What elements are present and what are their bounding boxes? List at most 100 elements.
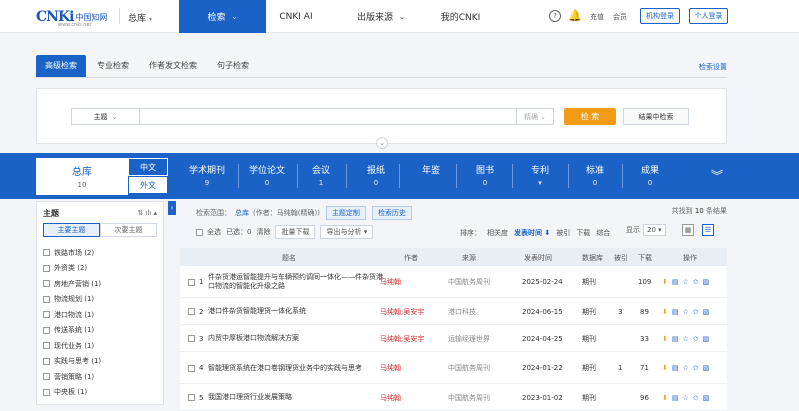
favorite-icon[interactable]: ☆ bbox=[683, 394, 689, 402]
checkbox[interactable] bbox=[43, 326, 50, 334]
facet-item[interactable]: 传送系统 (1) bbox=[43, 323, 161, 339]
sort-cited[interactable]: 被引 bbox=[556, 228, 570, 238]
star-icon[interactable]: ✩ bbox=[693, 364, 699, 372]
table-row[interactable]: 5 我国港口理货行业发展策略 马纯翰 中国航务周刊 2023-01-02 期刊 … bbox=[180, 384, 727, 411]
read-icon[interactable]: ▤ bbox=[672, 335, 679, 343]
facet-tab-main[interactable]: 主要主题 bbox=[43, 223, 100, 237]
lang-zh-button[interactable]: 中文 bbox=[128, 158, 168, 176]
tab-author[interactable]: 作者发文检索 bbox=[140, 55, 206, 77]
row-title[interactable]: 港口件杂货智能理货一体化系统 bbox=[208, 298, 388, 325]
row-cited[interactable]: 3 bbox=[618, 298, 622, 325]
favorite-icon[interactable]: ☆ bbox=[683, 278, 689, 286]
help-icon[interactable]: ? bbox=[549, 10, 561, 22]
search-in-results-button[interactable]: 结果中检索 bbox=[623, 108, 689, 125]
row-check[interactable]: 5 bbox=[188, 384, 203, 411]
row-check[interactable]: 1 bbox=[188, 266, 203, 298]
export-analyze-button[interactable]: 导出与分析 ▾ bbox=[320, 225, 374, 239]
checkbox[interactable] bbox=[188, 394, 195, 401]
db-patents[interactable]: 专利 ▾ bbox=[518, 158, 562, 195]
row-author[interactable]: 马纯翰 bbox=[380, 384, 401, 411]
cite-icon[interactable]: ▧ bbox=[703, 394, 710, 402]
db-newspapers[interactable]: 报纸 0 bbox=[354, 158, 398, 195]
sort-downloads[interactable]: 下载 bbox=[576, 228, 590, 238]
facet-item[interactable]: 外资类 (2) bbox=[43, 261, 161, 277]
row-check[interactable]: 2 bbox=[188, 298, 203, 325]
cite-icon[interactable]: ▧ bbox=[703, 308, 710, 316]
nav-tab-sources[interactable]: 出版来源 ⌄ bbox=[340, 0, 422, 33]
facet-tab-secondary[interactable]: 次要主题 bbox=[100, 223, 157, 237]
row-title[interactable]: 智能理货系统在港口卷钢理货业务中的实践与思考 bbox=[208, 352, 378, 384]
db-achievements[interactable]: 成果 0 bbox=[628, 158, 672, 195]
scope-db[interactable]: 总库 bbox=[235, 208, 249, 218]
facet-item[interactable]: 营销策略 (1) bbox=[43, 369, 161, 385]
row-source[interactable]: 中国航务周刊 bbox=[448, 266, 490, 298]
col-date[interactable]: 发表时间 bbox=[524, 253, 552, 263]
db-all[interactable]: 总库 10 bbox=[36, 158, 128, 195]
row-title[interactable]: 件杂货港运智能提升与车辆预约调同一体化——件杂货港口物流的智能化升级之路 bbox=[208, 266, 388, 298]
star-icon[interactable]: ✩ bbox=[693, 278, 699, 286]
row-source[interactable]: 运输经理世界 bbox=[448, 325, 490, 352]
col-cited[interactable]: 被引 bbox=[614, 253, 628, 263]
page-size-select[interactable]: 20 ▾ bbox=[643, 224, 666, 236]
recharge-link[interactable]: 充值 bbox=[590, 12, 604, 22]
read-icon[interactable]: ▤ bbox=[672, 364, 679, 372]
cite-icon[interactable]: ▧ bbox=[703, 278, 710, 286]
select-all-checkbox[interactable] bbox=[196, 228, 203, 236]
checkbox[interactable] bbox=[43, 249, 50, 257]
batch-download-button[interactable]: 批量下载 bbox=[275, 225, 316, 239]
user-login-button[interactable]: 个人登录 bbox=[689, 8, 728, 24]
row-source[interactable]: 中国航务周刊 bbox=[448, 384, 490, 411]
tab-advanced[interactable]: 高级检索 bbox=[36, 55, 86, 77]
search-settings-link[interactable]: 检索设置 bbox=[699, 62, 727, 72]
facet-item[interactable]: 物流规划 (1) bbox=[43, 292, 161, 308]
star-icon[interactable]: ✩ bbox=[693, 394, 699, 402]
chevron-left-icon[interactable]: ‹ bbox=[168, 201, 176, 215]
bell-icon[interactable]: 🔔 bbox=[568, 9, 582, 22]
facet-item[interactable]: 现代业务 (1) bbox=[43, 338, 161, 354]
org-login-button[interactable]: 机构登录 bbox=[640, 8, 680, 24]
search-button[interactable]: 检 索 bbox=[564, 108, 616, 125]
nav-tab-cnki-ai[interactable]: CNKI AI bbox=[266, 0, 326, 33]
grid-view-icon[interactable]: ▦ bbox=[682, 224, 694, 236]
checkbox[interactable] bbox=[43, 388, 50, 396]
download-icon[interactable]: ⬇ bbox=[662, 364, 668, 372]
checkbox[interactable] bbox=[188, 364, 195, 372]
checkbox[interactable] bbox=[188, 308, 195, 315]
db-theses[interactable]: 学位论文 0 bbox=[245, 158, 289, 195]
sort-composite[interactable]: 综合 bbox=[596, 228, 610, 238]
favorite-icon[interactable]: ☆ bbox=[683, 335, 689, 343]
favorite-icon[interactable]: ☆ bbox=[683, 364, 689, 372]
checkbox[interactable] bbox=[43, 264, 50, 272]
facet-item[interactable]: 中央板 (1) bbox=[43, 385, 161, 401]
list-view-icon[interactable]: ☰ bbox=[702, 224, 714, 236]
db-books[interactable]: 图书 0 bbox=[463, 158, 507, 195]
checkbox[interactable] bbox=[188, 335, 195, 342]
row-check[interactable]: 4 bbox=[188, 352, 203, 384]
checkbox[interactable] bbox=[43, 280, 50, 288]
col-downloads[interactable]: 下载 bbox=[638, 253, 652, 263]
checkbox[interactable] bbox=[43, 373, 50, 381]
nav-tab-my-cnki[interactable]: 我的CNKI bbox=[423, 0, 498, 33]
download-icon[interactable]: ⬇ bbox=[662, 308, 668, 316]
download-icon[interactable]: ⬇ bbox=[662, 335, 668, 343]
row-title[interactable]: 我国港口理货行业发展策略 bbox=[208, 384, 388, 411]
field-select[interactable]: 主题 ⌄ bbox=[71, 108, 139, 125]
cite-icon[interactable]: ▧ bbox=[703, 364, 710, 372]
row-cited[interactable]: 1 bbox=[618, 352, 622, 384]
download-icon[interactable]: ⬇ bbox=[662, 278, 668, 286]
table-row[interactable]: 2 港口件杂货智能理货一体化系统 马纯翰;吴安宇 港口科技 2024-06-15… bbox=[180, 298, 727, 325]
table-row[interactable]: 3 内贸中厚板港口物流解决方案 马纯翰;吴安宇 运输经理世界 2024-04-2… bbox=[180, 325, 727, 352]
sort-date[interactable]: 发表时间 ⬇ bbox=[514, 228, 550, 238]
clear-link[interactable]: 清除 bbox=[256, 227, 270, 237]
row-author[interactable]: 马纯翰;吴安宇 bbox=[380, 325, 424, 352]
row-source[interactable]: 中国航务周刊 bbox=[448, 352, 490, 384]
cnki-logo[interactable]: CNKi 中国知网 www.cnki.net bbox=[36, 6, 107, 28]
facet-item[interactable]: 房地产营销 (1) bbox=[43, 276, 161, 292]
home-menu[interactable]: 总库 ▾ bbox=[128, 11, 152, 24]
facet-tools-icon[interactable]: ⇅ ılı ▴ bbox=[137, 209, 157, 217]
nav-tab-search[interactable]: 检索 ⌄ bbox=[179, 0, 266, 33]
chevron-down-icon[interactable]: ⌄ bbox=[376, 137, 388, 149]
cite-icon[interactable]: ▧ bbox=[703, 335, 710, 343]
vip-link[interactable]: 会员 bbox=[613, 12, 627, 22]
chevron-double-down-icon[interactable]: ︾ bbox=[711, 167, 723, 184]
